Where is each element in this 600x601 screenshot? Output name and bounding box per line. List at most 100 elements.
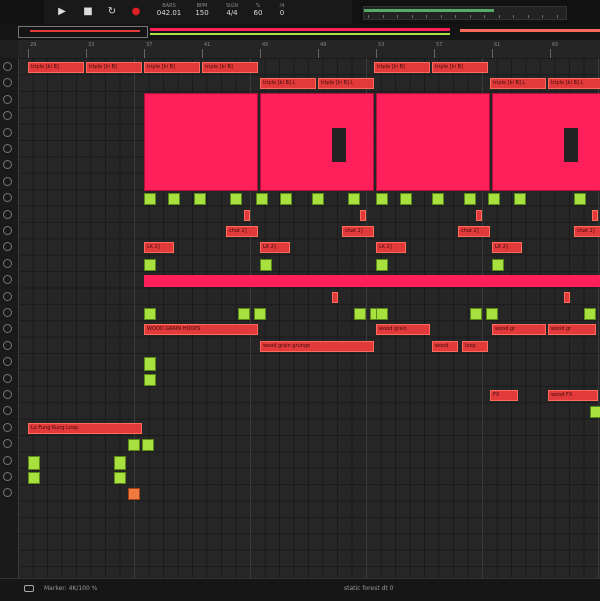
wood-clip[interactable]: wood [432,340,458,352]
drum-hit[interactable] [144,308,156,320]
drum-hit[interactable] [28,455,40,470]
track-mute-icon[interactable] [3,455,12,465]
track-mute-icon[interactable] [3,439,12,449]
wood-clip[interactable]: wood grain grunge [260,340,374,352]
drum-hit[interactable] [280,193,292,206]
drum-hit[interactable] [256,193,268,206]
wood-clip[interactable]: loop [462,340,488,352]
stop-button[interactable]: ■ [80,4,96,20]
track-mute-icon[interactable] [3,308,12,317]
chat-clip[interactable]: chat 2] [342,226,374,237]
drum-hit[interactable] [114,455,126,470]
track-mute-icon[interactable] [3,78,12,88]
play-button[interactable]: ▶ [54,4,70,20]
drum-hit[interactable] [238,308,250,320]
track-mute-icon[interactable] [3,226,12,235]
drum-hit[interactable] [144,258,156,271]
drum-hit[interactable] [590,406,600,419]
pattern-clip[interactable]: triple [ki B] [202,62,258,73]
track-mute-icon[interactable] [3,373,12,383]
track-mute-icon[interactable] [3,193,12,203]
drum-hit[interactable] [376,193,388,206]
wood-clip[interactable]: wood grain [376,324,430,336]
drum-hit[interactable] [584,308,596,320]
automation-block[interactable] [376,92,490,191]
drum-hit[interactable] [486,308,498,320]
track-mute-icon[interactable] [3,111,12,121]
pattern-clip[interactable]: triple [ki B] [144,62,200,73]
track-mute-icon[interactable] [3,144,12,153]
drum-hit[interactable] [260,258,272,271]
note-hit[interactable] [128,488,140,501]
track-mute-icon[interactable] [3,488,12,498]
record-button[interactable]: ● [128,4,144,20]
drum-hit[interactable] [376,308,388,320]
timeline-ruler[interactable]: 29 33 37 41 45 49 53 57 61 65 [18,40,600,59]
track-mute-icon[interactable] [3,472,12,481]
drum-hit[interactable] [168,193,180,206]
wood-clip[interactable]: wood gr [492,324,546,336]
track-mute-icon[interactable] [3,275,12,285]
drum-hit[interactable] [492,258,504,271]
drum-hit[interactable] [432,193,444,206]
lk-clip[interactable]: LK 2] [260,242,290,254]
pattern-clip[interactable]: triple [ki B] L [490,78,546,90]
drum-hit[interactable] [574,193,586,206]
drum-hit[interactable] [144,357,156,372]
drum-hit[interactable] [400,193,412,206]
pink-band[interactable] [144,275,600,288]
track-mute-icon[interactable] [3,291,12,301]
drum-hit[interactable] [514,193,526,206]
lk-clip[interactable]: LK 2] [144,242,174,254]
pattern-clip[interactable]: triple [ki B] L [260,78,316,90]
playlist-grid[interactable]: triple [ki B] triple [ki B] triple [ki B] t… [18,58,600,578]
pattern-clip[interactable]: triple [ki B] L [318,78,374,90]
track-mute-icon[interactable] [3,127,12,137]
drum-hit[interactable] [144,193,156,206]
lk-clip[interactable]: LK 2] [492,242,522,254]
track-mute-icon[interactable] [3,390,12,399]
drum-hit[interactable] [142,439,154,452]
drum-hit[interactable] [128,439,140,452]
pattern-clip[interactable]: triple [ki B] L [548,78,600,90]
drum-hit[interactable] [114,472,126,484]
track-mute-icon[interactable] [3,160,12,170]
pattern-clip[interactable]: triple [ki B] [86,62,142,73]
pattern-clip[interactable]: triple [ki B] [432,62,488,73]
fx-clip[interactable]: wood FX [548,390,598,401]
drum-hit[interactable] [464,193,476,206]
chat-clip[interactable]: chat 2] [226,226,258,237]
loop-button[interactable]: ↻ [104,4,120,20]
track-mute-icon[interactable] [3,357,12,367]
drum-hit[interactable] [254,308,266,320]
track-mute-icon[interactable] [3,406,12,416]
drum-hit[interactable] [376,258,388,271]
track-mute-icon[interactable] [3,340,12,350]
track-mute-icon[interactable] [3,324,12,334]
drum-hit[interactable] [230,193,242,206]
automation-block[interactable] [492,92,600,191]
drum-hit[interactable] [28,472,40,484]
track-mute-icon[interactable] [3,62,12,71]
drum-hit[interactable] [348,193,360,206]
pattern-clip[interactable]: triple [ki B] [374,62,430,73]
wood-clip[interactable]: wood gr [548,324,596,336]
track-mute-icon[interactable] [3,258,12,268]
fx-clip[interactable]: FX [490,390,518,401]
drum-hit[interactable] [470,308,482,320]
pattern-clip[interactable]: triple [ki B] [28,62,84,73]
lk-clip[interactable]: LK 2] [376,242,406,254]
drum-hit[interactable] [354,308,366,320]
track-mute-icon[interactable] [3,176,12,186]
chat-clip[interactable]: chat 2] [574,226,600,237]
track-mute-icon[interactable] [3,422,12,432]
wood-clip[interactable]: WOOD GRAIN HOOPS [144,324,258,336]
drum-hit[interactable] [144,373,156,386]
track-mute-icon[interactable] [3,242,12,252]
overview-window[interactable] [18,26,148,38]
automation-block[interactable] [260,92,374,191]
drum-hit[interactable] [488,193,500,206]
automation-block[interactable] [144,92,258,191]
drum-hit[interactable] [194,193,206,206]
loop-clip[interactable]: Lo Fung Kung Loop [28,422,142,434]
